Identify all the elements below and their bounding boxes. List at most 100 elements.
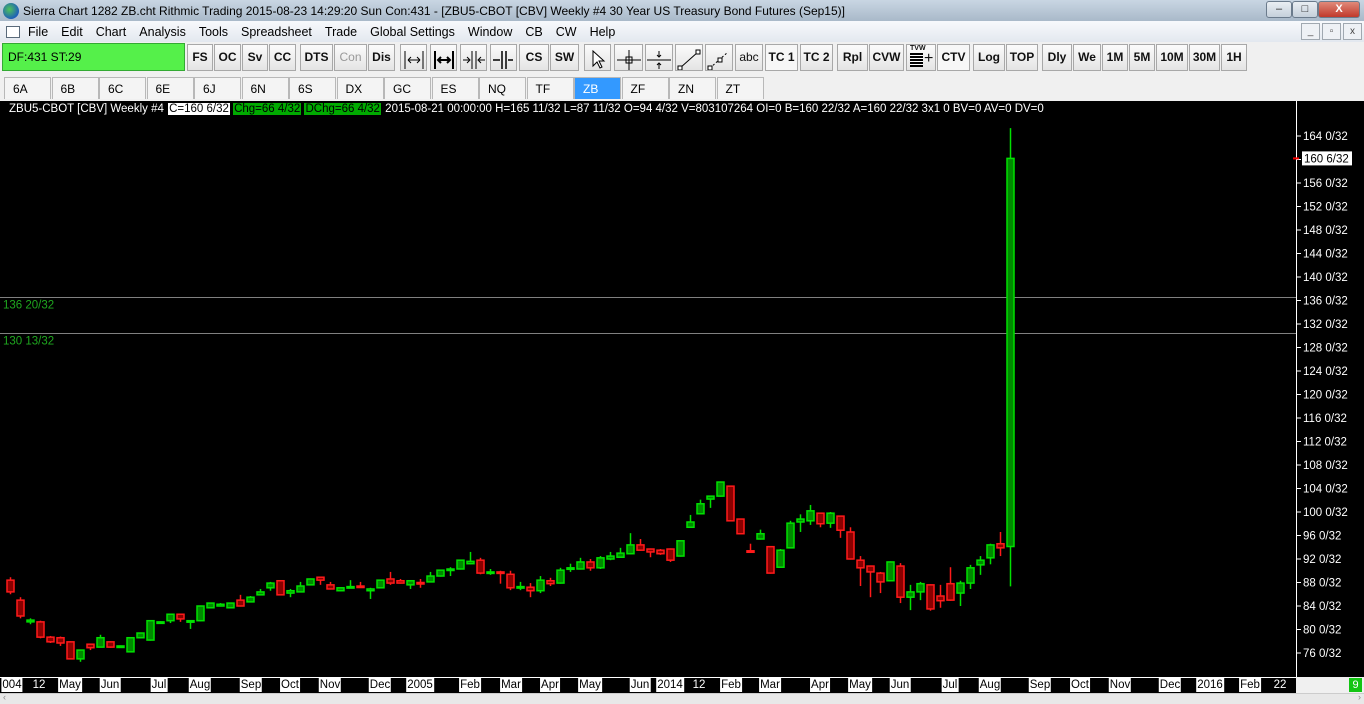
tab-6b[interactable]: 6B [51,77,99,99]
menu-edit[interactable]: Edit [61,25,83,39]
mdi-restore-button[interactable]: ▫ [1322,23,1341,40]
candle [706,495,715,508]
candle [76,649,85,662]
candle [666,548,675,562]
log-button[interactable]: Log [973,44,1005,71]
tc2-button[interactable]: TC 2 [800,44,833,71]
abc-button[interactable]: abc [735,44,763,71]
scroll-right-arrow-icon[interactable]: › [1358,692,1361,702]
menu-help[interactable]: Help [590,25,616,39]
candle [456,559,465,570]
zoom-in-icon [463,51,485,69]
sw-button[interactable]: SW [550,44,579,71]
crosshair-tool-button[interactable] [614,44,643,71]
candle [756,529,765,540]
candle [956,580,965,606]
candle [916,581,925,601]
status-box: DF:431 ST:29 [2,43,185,71]
x-tick-label: Mar [500,678,522,692]
30m-button[interactable]: 30M [1189,44,1220,71]
tab-tf[interactable]: TF [526,77,574,99]
cvw-button[interactable]: CVW [869,44,904,71]
menu-spreadsheet[interactable]: Spreadsheet [241,25,312,39]
horizontal-scrollbar[interactable]: ‹ › [0,692,1364,704]
x-tick-label: 12 [692,679,706,691]
candle [166,613,175,624]
tab-6s[interactable]: 6S [289,77,336,99]
mdi-close-button[interactable]: x [1343,23,1362,40]
tab-6a[interactable]: 6A [4,77,51,99]
ctv-button[interactable]: CTV [937,44,970,71]
dis-button[interactable]: Dis [368,44,395,71]
tab-es[interactable]: ES [431,77,479,99]
mdi-minimize-button[interactable]: _ [1301,23,1320,40]
zoom-in-tool-button[interactable] [460,44,487,71]
tab-zn[interactable]: ZN [669,77,716,99]
candle [26,618,35,625]
status-badge: 9 [1349,678,1362,692]
line-tool-button[interactable] [675,44,703,71]
menu-window[interactable]: Window [468,25,512,39]
price-chart[interactable]: 164 0/32160 0/32156 0/32152 0/32148 0/32… [0,101,1364,677]
values-tool-button[interactable] [645,44,673,71]
sv-button[interactable]: Sv [242,44,268,71]
y-tick-label: 144 0/32 [1303,249,1348,261]
menu-analysis[interactable]: Analysis [139,25,186,39]
tab-6c[interactable]: 6C [99,77,146,99]
1h-button[interactable]: 1H [1221,44,1247,71]
x-tick-label: Aug [978,678,1002,692]
candle [996,531,1005,557]
ray-tool-button[interactable] [705,44,733,71]
candle [6,577,15,595]
tab-zt[interactable]: ZT [716,77,764,99]
tab-6e[interactable]: 6E [146,77,194,99]
spacing-right-tool-button[interactable] [430,44,457,71]
con-button[interactable]: Con [334,44,367,71]
5m-button[interactable]: 5M [1129,44,1155,71]
scroll-left-arrow-icon[interactable]: ‹ [3,692,6,702]
info-symbol: ZBU5-CBOT [CBV] Weekly #4 [9,103,164,115]
candle [446,567,455,577]
tab-dx[interactable]: DX [336,77,384,99]
menu-file[interactable]: File [28,25,48,39]
pointer-tool-button[interactable] [584,44,611,71]
menu-global-settings[interactable]: Global Settings [370,25,455,39]
tab-nq[interactable]: NQ [479,77,526,99]
title-bar: Sierra Chart 1282 ZB.cht Rithmic Trading… [0,0,1364,21]
x-tick-label: 2014 [656,678,684,692]
menu-bar: File Edit Chart Analysis Tools Spreadsheet Tra… [0,21,1364,42]
candle [636,539,645,551]
top-button[interactable]: TOP [1006,44,1038,71]
menu-tools[interactable]: Tools [199,25,228,39]
cs-button[interactable]: CS [519,44,549,71]
tab-6n[interactable]: 6N [241,77,289,99]
tab-6j[interactable]: 6J [194,77,241,99]
tvw-tool-button[interactable]: TVW + [906,44,936,71]
minimize-button[interactable]: – [1266,1,1292,18]
menu-trade[interactable]: Trade [325,25,357,39]
close-button[interactable]: X [1318,1,1360,18]
dts-button[interactable]: DTS [300,44,333,71]
1m-button[interactable]: 1M [1102,44,1128,71]
dly-button[interactable]: Dly [1042,44,1072,71]
tab-zf[interactable]: ZF [621,77,669,99]
chart-area[interactable]: 164 0/32160 0/32156 0/32152 0/32148 0/32… [0,101,1364,677]
menu-chart[interactable]: Chart [96,25,127,39]
tab-gc[interactable]: GC [384,77,431,99]
candle [506,570,515,591]
we-button[interactable]: We [1073,44,1101,71]
oc-button[interactable]: OC [214,44,241,71]
tab-zb[interactable]: ZB [574,77,621,99]
candle [806,504,815,525]
spacing-left-tool-button[interactable] [400,44,427,71]
restore-button[interactable]: □ [1292,1,1318,18]
document-icon[interactable] [6,25,20,38]
zoom-out-tool-button[interactable] [490,44,517,71]
fs-button[interactable]: FS [187,44,213,71]
10m-button[interactable]: 10M [1156,44,1188,71]
menu-cw[interactable]: CW [556,25,577,39]
tc1-button[interactable]: TC 1 [765,44,798,71]
cc-button[interactable]: CC [269,44,296,71]
menu-cb[interactable]: CB [525,25,542,39]
rpl-button[interactable]: Rpl [837,44,868,71]
